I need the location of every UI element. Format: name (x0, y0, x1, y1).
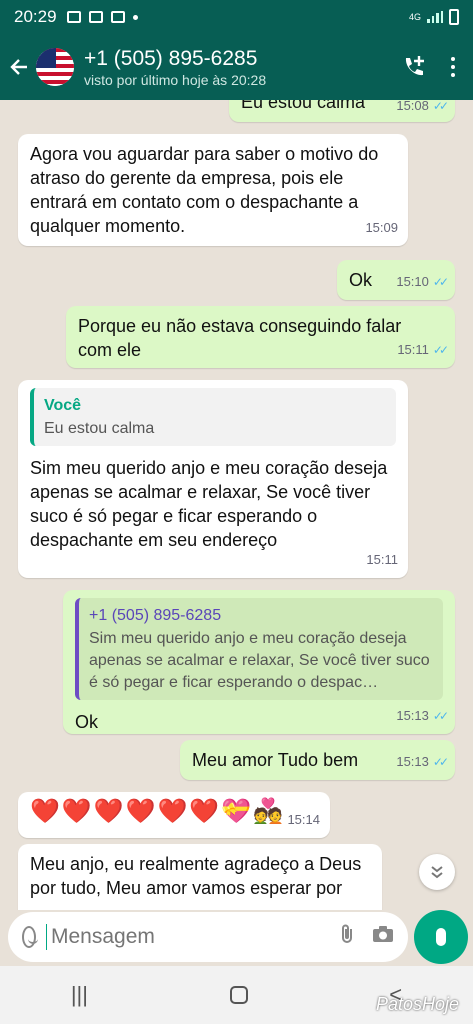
message-text: Meu anjo, eu realmente agradeço a Deus p… (30, 854, 362, 898)
camera-icon[interactable] (372, 925, 394, 949)
emoji-icon[interactable] (22, 926, 38, 948)
message-text: Meu amor Tudo bem (192, 750, 359, 770)
contact-info[interactable]: +1 (505) 895-6285 visto por último hoje … (84, 46, 401, 88)
message-time: 15:13 (396, 754, 429, 769)
quoted-author: Você (44, 397, 82, 414)
chat-header: +1 (505) 895-6285 visto por último hoje … (0, 34, 473, 100)
home-icon[interactable] (229, 986, 248, 1004)
text-caret (45, 924, 47, 950)
more-vert-icon[interactable] (451, 57, 455, 77)
quoted-text: Sim meu querido anjo e meu coração desej… (89, 630, 430, 691)
system-icons: 4G (409, 9, 459, 25)
message-list: Eu estou calma 15:08 ✓✓ Agora vou aguarda… (0, 100, 473, 910)
notification-icons (66, 11, 138, 23)
message-bubble-in[interactable]: ❤️❤️❤️❤️❤️❤️💝💑 15:14 (18, 792, 330, 838)
read-ticks-icon: ✓✓ (432, 755, 449, 769)
message-bubble-in[interactable]: Meu anjo, eu realmente agradeço a Deus p… (18, 844, 382, 910)
gallery-icon (66, 11, 81, 23)
message-text: Eu estou calma (241, 100, 366, 112)
message-time: 15:11 (366, 552, 398, 567)
message-time: 15:14 (287, 812, 320, 827)
message-bubble-in[interactable]: Agora vou aguardar para saber o motivo d… (18, 134, 408, 246)
tiktok-icon (88, 11, 103, 23)
message-composer (8, 912, 408, 962)
message-bubble-out[interactable]: Eu estou calma 15:08 ✓✓ (229, 100, 455, 122)
contact-name: +1 (505) 895-6285 (84, 47, 258, 70)
message-input[interactable] (51, 925, 322, 949)
message-text: Agora vou aguardar para saber o motivo d… (30, 144, 379, 236)
more-notifications-icon (132, 14, 138, 20)
quoted-message[interactable]: Você Eu estou calma (30, 388, 396, 446)
message-bubble-out[interactable]: +1 (505) 895-6285 Sim meu querido anjo e… (63, 590, 455, 734)
recent-apps-icon[interactable]: ||| (71, 982, 88, 1008)
quoted-message[interactable]: +1 (505) 895-6285 Sim meu querido anjo e… (75, 598, 443, 700)
quoted-author: +1 (505) 895-6285 (89, 607, 222, 624)
message-text: Ok (349, 270, 373, 290)
read-ticks-icon: ✓✓ (432, 709, 449, 723)
watermark: PatosHoje (375, 994, 459, 1014)
message-bubble-out[interactable]: Porque eu não estava conseguindo falar c… (66, 306, 455, 368)
chevron-down-icon (431, 866, 443, 879)
message-bubble-out[interactable]: Meu amor Tudo bem 15:13 ✓✓ (180, 740, 455, 780)
status-time: 20:29 (14, 7, 57, 26)
message-time: 15:08 (396, 100, 429, 113)
attach-icon[interactable] (338, 923, 356, 951)
read-ticks-icon: ✓✓ (432, 343, 449, 357)
message-text: Porque eu não estava conseguindo falar c… (78, 316, 402, 360)
emoji-text: ❤️❤️❤️❤️❤️❤️💝💑 (30, 798, 286, 825)
message-bubble-out[interactable]: Ok 15:10 ✓✓ (337, 260, 455, 300)
battery-icon (449, 9, 459, 25)
quoted-text: Eu estou calma (44, 420, 155, 437)
message-bubble-in[interactable]: Você Eu estou calma Sim meu querido anjo… (18, 380, 408, 578)
message-time: 15:10 (396, 274, 429, 289)
read-ticks-icon: ✓✓ (432, 275, 449, 289)
last-seen: visto por último hoje às 20:28 (84, 72, 267, 88)
status-bar: 20:29 4G (0, 0, 473, 34)
voice-record-button[interactable] (414, 910, 468, 964)
microphone-icon (436, 928, 446, 946)
contact-avatar[interactable] (36, 48, 74, 86)
message-time: 15:09 (365, 220, 398, 235)
message-text: Ok (75, 712, 99, 732)
message-text: Sim meu querido anjo e meu coração desej… (30, 458, 388, 550)
add-call-icon[interactable] (401, 54, 427, 80)
network-type: 4G (408, 12, 421, 22)
scroll-to-bottom-button[interactable] (419, 854, 455, 890)
back-arrow-icon[interactable] (2, 57, 36, 77)
read-ticks-icon: ✓✓ (432, 100, 449, 113)
signal-icon (427, 11, 443, 23)
message-time: 15:13 (396, 708, 429, 723)
message-time: 15:11 (397, 342, 429, 357)
news-icon (110, 11, 125, 23)
